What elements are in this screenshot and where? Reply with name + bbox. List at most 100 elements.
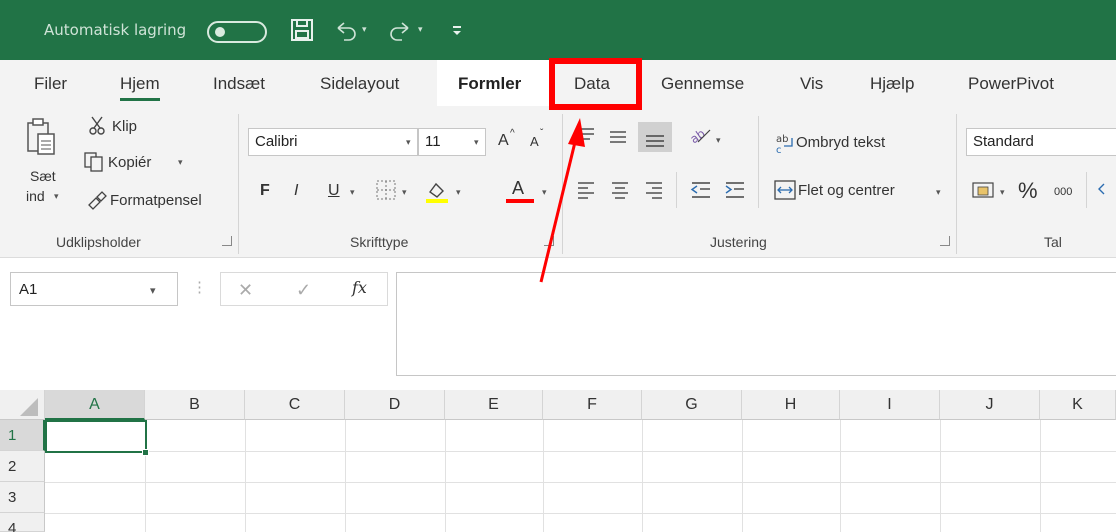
- redo-icon[interactable]: [388, 20, 412, 42]
- comma-style-button[interactable]: 000: [1054, 186, 1072, 198]
- accounting-format-icon[interactable]: [972, 180, 994, 204]
- accounting-dropdown-icon[interactable]: ▾: [1000, 188, 1005, 198]
- tab-filer[interactable]: Filer: [34, 74, 67, 94]
- bold-button[interactable]: F: [260, 182, 270, 200]
- paste-dropdown-icon[interactable]: ▾: [54, 192, 59, 202]
- format-painter-label[interactable]: Formatpensel: [110, 192, 202, 209]
- wrap-text-label[interactable]: Ombryd tekst: [796, 134, 885, 151]
- save-icon[interactable]: [290, 18, 314, 42]
- column-header[interactable]: J: [940, 390, 1040, 420]
- font-name-select[interactable]: Calibri: [248, 128, 418, 156]
- gridline: [1040, 420, 1041, 532]
- customize-qat-icon[interactable]: [450, 22, 464, 38]
- row-header[interactable]: 3: [0, 482, 45, 513]
- copy-icon[interactable]: [84, 152, 106, 176]
- number-format-select[interactable]: Standard: [966, 128, 1116, 156]
- increase-decimal-icon[interactable]: [1096, 180, 1116, 204]
- alignment-launcher-icon[interactable]: [940, 236, 950, 246]
- column-header[interactable]: A: [45, 390, 145, 420]
- autosave-toggle[interactable]: [207, 21, 267, 43]
- tab-indsaet[interactable]: Indsæt: [213, 74, 265, 94]
- tab-vis[interactable]: Vis: [800, 74, 823, 94]
- percent-style-button[interactable]: %: [1018, 178, 1038, 204]
- fill-color-icon[interactable]: [424, 178, 450, 208]
- separator: [956, 114, 957, 254]
- formula-input[interactable]: [396, 272, 1116, 376]
- formula-bar-splitter-icon[interactable]: ⋮: [192, 278, 207, 296]
- italic-button[interactable]: I: [294, 182, 298, 200]
- font-size-dropdown-icon[interactable]: ▾: [474, 138, 479, 148]
- font-color-letter[interactable]: A: [512, 178, 524, 199]
- merge-center-icon[interactable]: [774, 180, 796, 204]
- borders-icon[interactable]: [376, 180, 396, 204]
- middle-align-icon[interactable]: [608, 126, 628, 150]
- active-cell[interactable]: [45, 420, 147, 453]
- title-bar: Automatisk lagring ▾ ▾: [0, 0, 1116, 60]
- column-header[interactable]: F: [543, 390, 642, 420]
- format-painter-icon[interactable]: [86, 190, 108, 214]
- fill-handle[interactable]: [142, 449, 149, 456]
- wrap-text-icon[interactable]: ab c: [774, 132, 796, 160]
- row-header[interactable]: 1: [0, 420, 45, 451]
- group-label-clipboard: Udklipsholder: [56, 234, 141, 250]
- column-header[interactable]: K: [1040, 390, 1116, 420]
- font-color-dropdown-icon[interactable]: ▾: [542, 188, 547, 198]
- redo-dropdown-icon[interactable]: ▾: [418, 25, 423, 35]
- clipboard-launcher-icon[interactable]: [222, 236, 232, 246]
- tab-hjaelp[interactable]: Hjælp: [870, 74, 914, 94]
- group-label-font: Skrifttype: [350, 234, 409, 250]
- column-header[interactable]: C: [245, 390, 345, 420]
- orientation-dropdown-icon[interactable]: ▾: [716, 136, 721, 146]
- gridline: [445, 420, 446, 532]
- group-label-number: Tal: [1044, 234, 1062, 250]
- font-name-dropdown-icon[interactable]: ▾: [406, 138, 411, 148]
- copy-dropdown-icon[interactable]: ▾: [178, 158, 183, 168]
- insert-function-icon[interactable]: fx: [352, 278, 367, 297]
- top-align-icon[interactable]: [576, 126, 596, 150]
- tab-powerpivot[interactable]: PowerPivot: [968, 74, 1054, 94]
- name-box-dropdown-icon[interactable]: ▾: [150, 284, 156, 297]
- cut-label[interactable]: Klip: [112, 118, 137, 135]
- column-header[interactable]: B: [145, 390, 245, 420]
- fill-color-dropdown-icon[interactable]: ▾: [456, 188, 461, 198]
- orientation-icon[interactable]: ab: [687, 124, 712, 150]
- row-header[interactable]: 2: [0, 451, 45, 482]
- copy-label[interactable]: Kopiér: [108, 154, 151, 171]
- formula-bar: A1 ▾ ⋮ ✕ ✓ fx: [0, 258, 1116, 390]
- paste-icon[interactable]: [26, 118, 58, 162]
- select-all-corner[interactable]: [0, 390, 45, 420]
- tab-sidelayout[interactable]: Sidelayout: [320, 74, 399, 94]
- align-left-icon[interactable]: [576, 180, 596, 204]
- shrink-font-button[interactable]: A: [530, 134, 539, 149]
- column-header[interactable]: D: [345, 390, 445, 420]
- undo-icon[interactable]: [334, 20, 358, 42]
- grow-font-button[interactable]: A: [498, 132, 509, 150]
- undo-dropdown-icon[interactable]: ▾: [362, 25, 367, 35]
- autosave-label: Automatisk lagring: [44, 21, 187, 39]
- align-right-icon[interactable]: [644, 180, 664, 204]
- enter-icon[interactable]: ✓: [296, 280, 311, 301]
- separator: [562, 114, 563, 254]
- underline-button[interactable]: U: [328, 182, 340, 200]
- column-header[interactable]: G: [642, 390, 742, 420]
- cancel-icon[interactable]: ✕: [238, 280, 253, 301]
- tab-gennemse[interactable]: Gennemse: [661, 74, 744, 94]
- cut-icon[interactable]: [88, 116, 108, 140]
- column-header[interactable]: H: [742, 390, 840, 420]
- align-center-icon[interactable]: [610, 180, 630, 204]
- tab-hjem[interactable]: Hjem: [120, 74, 160, 101]
- column-header[interactable]: E: [445, 390, 543, 420]
- tab-formler[interactable]: Formler: [458, 74, 521, 94]
- paste-label-1[interactable]: Sæt: [30, 168, 56, 184]
- underline-dropdown-icon[interactable]: ▾: [350, 188, 355, 198]
- merge-center-dropdown-icon[interactable]: ▾: [936, 188, 941, 198]
- bottom-align-icon[interactable]: [638, 122, 672, 152]
- increase-indent-icon[interactable]: [724, 180, 746, 204]
- decrease-indent-icon[interactable]: [690, 180, 712, 204]
- row-header[interactable]: 4: [0, 513, 45, 532]
- column-header[interactable]: I: [840, 390, 940, 420]
- merge-center-label[interactable]: Flet og centrer: [798, 182, 895, 199]
- font-launcher-icon[interactable]: [544, 236, 554, 246]
- borders-dropdown-icon[interactable]: ▾: [402, 188, 407, 198]
- paste-label-2[interactable]: ind: [26, 188, 45, 204]
